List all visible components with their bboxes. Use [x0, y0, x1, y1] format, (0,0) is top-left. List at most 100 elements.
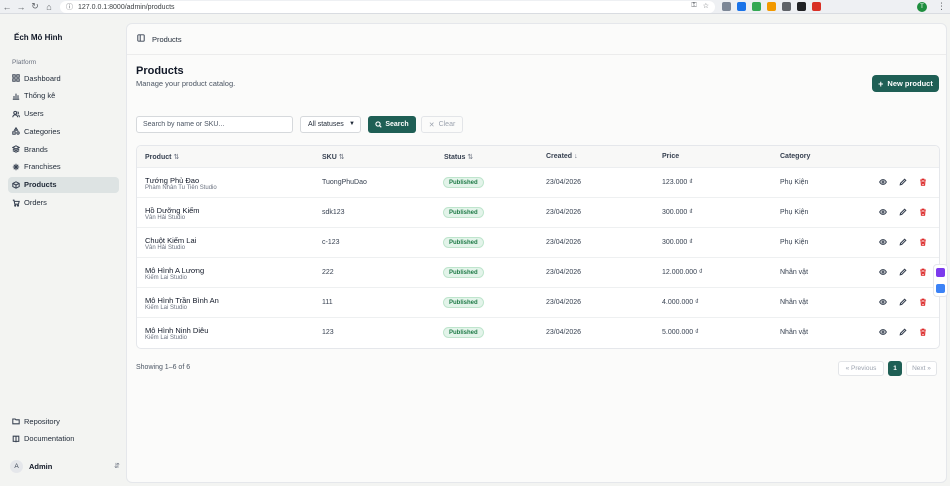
forward-icon[interactable]: → [14, 0, 28, 14]
view-button[interactable] [878, 327, 888, 337]
product-sku: sdk123 [322, 209, 345, 216]
edit-button[interactable] [898, 297, 908, 307]
extension-icon[interactable] [812, 2, 821, 11]
layers-icon [11, 145, 20, 154]
reload-icon[interactable]: ↻ [28, 0, 42, 14]
browser-menu-icon[interactable]: ⋮ [937, 1, 946, 12]
edit-button[interactable] [898, 327, 908, 337]
product-name[interactable]: Tướng Phủ Đao [145, 176, 199, 185]
trash-icon [920, 268, 926, 276]
sort-icon: ⇅ [173, 154, 180, 161]
eye-icon [879, 239, 887, 245]
page-number-button[interactable]: 1 [888, 361, 902, 376]
sidebar-item-dashboard[interactable]: Dashboard [8, 70, 119, 86]
view-button[interactable] [878, 177, 888, 187]
table-row[interactable]: Mô Hình Trần Bình An Kiếm Lai Studio 111… [137, 288, 939, 318]
key-icon[interactable]: ⚿ [691, 2, 696, 10]
new-product-button[interactable]: + New product [872, 75, 939, 92]
back-icon[interactable]: ← [0, 0, 14, 14]
next-page-button[interactable]: Next » [906, 361, 937, 376]
sidebar-link-repository[interactable]: Repository [8, 413, 119, 429]
sidebar-item-users[interactable]: Users [8, 106, 119, 122]
profile-avatar[interactable]: T [917, 2, 927, 12]
status-badge: Published [443, 237, 484, 248]
trash-icon [920, 328, 926, 336]
table-row[interactable]: Hồ Dưỡng Kiếm Vân Hải Studio sdk123 Publ… [137, 198, 939, 228]
product-category: Phụ Kiện [780, 239, 809, 246]
product-brand: Phàm Nhân Tu Tiên Studio [145, 185, 217, 191]
extension-icon[interactable] [797, 2, 806, 11]
clear-button[interactable]: ✕ Clear [421, 116, 463, 133]
product-sku: TuongPhuDao [322, 179, 367, 186]
pencil-icon [899, 328, 907, 336]
home-icon[interactable]: ⌂ [42, 0, 56, 14]
sidebar-item-categories[interactable]: Categories [8, 123, 119, 139]
sidebar-item-label: Users [24, 109, 44, 119]
extension-icon[interactable] [752, 2, 761, 11]
product-sku: c-123 [322, 239, 340, 246]
sidebar-item-statistics[interactable]: Thống kê [8, 88, 119, 104]
delete-button[interactable] [918, 177, 928, 187]
column-header-sku[interactable]: SKU ⇅ [322, 153, 345, 161]
product-created: 23/04/2026 [546, 299, 582, 306]
table-row[interactable]: Chuột Kiếm Lai Vân Hải Studio c-123 Publ… [137, 228, 939, 258]
product-sku: 123 [322, 329, 334, 336]
extension-icon[interactable] [767, 2, 776, 11]
table-row[interactable]: Mô Hình A Lương Kiếm Lai Studio 222 Publ… [137, 258, 939, 288]
edit-button[interactable] [898, 207, 908, 217]
column-header-category: Category [780, 153, 811, 160]
product-name[interactable]: Mô Hình Ninh Diêu [145, 326, 208, 335]
product-price: 4.000.000 ₫ [662, 299, 699, 306]
delete-button[interactable] [918, 207, 928, 217]
edit-button[interactable] [898, 267, 908, 277]
search-button[interactable]: Search [368, 116, 416, 133]
previous-page-button[interactable]: « Previous [838, 361, 884, 376]
extension-icon[interactable] [782, 2, 791, 11]
product-category: Phụ Kiện [780, 209, 809, 216]
edit-button[interactable] [898, 237, 908, 247]
star-icon[interactable]: ☆ [703, 2, 709, 10]
view-button[interactable] [878, 297, 888, 307]
search-input[interactable] [136, 116, 293, 133]
product-name[interactable]: Hồ Dưỡng Kiếm [145, 206, 200, 215]
product-name[interactable]: Mô Hình A Lương [145, 266, 204, 275]
column-header-product[interactable]: Product ⇅ [145, 153, 179, 161]
sidebar-item-franchises[interactable]: Franchises [8, 159, 119, 175]
products-table: Product ⇅ SKU ⇅ Status ⇅ Created ↓ Price Cat… [136, 145, 940, 349]
delete-button[interactable] [918, 297, 928, 307]
delete-button[interactable] [918, 237, 928, 247]
view-button[interactable] [878, 237, 888, 247]
delete-button[interactable] [918, 267, 928, 277]
product-name[interactable]: Mô Hình Trần Bình An [145, 296, 219, 305]
sidebar-item-brands[interactable]: Brands [8, 141, 119, 157]
view-button[interactable] [878, 207, 888, 217]
pencil-icon [899, 178, 907, 186]
column-header-status[interactable]: Status ⇅ [444, 153, 473, 161]
user-menu[interactable]: A Admin ⇵ [10, 458, 120, 474]
page-subtitle: Manage your product catalog. [136, 79, 236, 88]
table-row[interactable]: Tướng Phủ Đao Phàm Nhân Tu Tiên Studio T… [137, 168, 939, 198]
app-brand[interactable]: Ếch Mô Hình [14, 33, 62, 42]
search-button-label: Search [385, 121, 409, 128]
sidebar-link-documentation[interactable]: Documentation [8, 431, 119, 447]
address-bar[interactable]: ⓘ 127.0.0.1:8000/admin/products ⚿ ☆ [60, 1, 715, 13]
extension-icon[interactable] [737, 2, 746, 11]
column-header-created[interactable]: Created ↓ [546, 153, 578, 160]
sidebar-toggle-icon[interactable] [137, 34, 145, 44]
status-filter-select[interactable]: All statuses ▼ [300, 116, 361, 133]
trash-icon [920, 238, 926, 246]
sidebar-item-label: Orders [24, 198, 47, 208]
view-button[interactable] [878, 267, 888, 277]
sidebar-item-orders[interactable]: Orders [8, 195, 119, 211]
translate-icon[interactable] [936, 283, 945, 293]
edit-button[interactable] [898, 177, 908, 187]
delete-button[interactable] [918, 327, 928, 337]
extension-icon[interactable] [722, 2, 731, 11]
site-info-icon[interactable]: ⓘ [66, 2, 73, 12]
sidebar-item-products[interactable]: Products [8, 176, 119, 193]
product-name[interactable]: Chuột Kiếm Lai [145, 236, 196, 245]
extension-icon[interactable] [936, 268, 945, 278]
table-row[interactable]: Mô Hình Ninh Diêu Kiếm Lai Studio 123 Pu… [137, 318, 939, 348]
product-brand: Vân Hải Studio [145, 215, 186, 221]
status-badge: Published [443, 267, 484, 278]
